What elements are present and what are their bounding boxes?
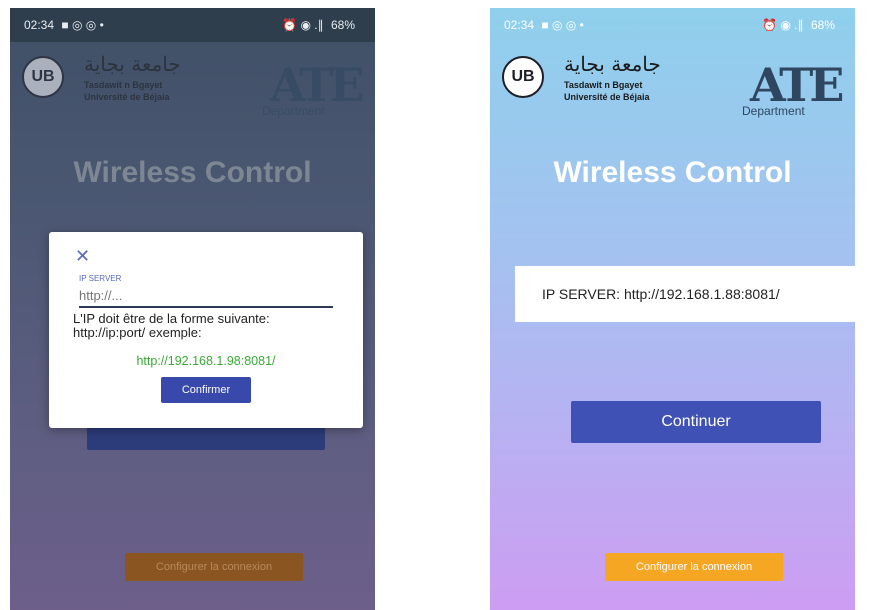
- university-name-arabic: جامعة بجاية: [564, 52, 661, 76]
- app-title: Wireless Control: [73, 156, 312, 189]
- ip-format-info: L'IP doit être de la forme suivante: htt…: [73, 311, 270, 340]
- department-text: Department: [262, 104, 325, 118]
- battery-level: 68%: [330, 18, 355, 32]
- clock: 02:34: [24, 18, 55, 32]
- close-icon[interactable]: ✕: [75, 246, 90, 267]
- department-text: Department: [742, 104, 805, 118]
- clock: 02:34: [504, 18, 535, 32]
- configure-connection-button: Configurer la connexion: [125, 553, 303, 581]
- battery-level: 68%: [810, 18, 835, 32]
- phone-screen-dialog: 02:34 ■ ◎ ◎ • ⏰ ◉ .∥ 68% UB جامعة بجاية …: [10, 8, 375, 610]
- ip-server-label: IP SERVER: [79, 274, 122, 283]
- app-title: Wireless Control: [553, 156, 792, 189]
- signal-icons: ⏰ ◉ .∥: [282, 18, 324, 32]
- university-name-kabyle: Tasdawit n Bgayet: [84, 80, 163, 90]
- university-name-arabic: جامعة بجاية: [84, 52, 181, 76]
- university-seal-icon: UB: [22, 56, 64, 98]
- signal-icons: ⏰ ◉ .∥: [762, 18, 804, 32]
- phone-screen-main: 02:34 ■ ◎ ◎ • ⏰ ◉ .∥ 68% UB جامعة بجاية …: [490, 8, 855, 610]
- dimmed-continue-button: [87, 426, 325, 450]
- university-name-kabyle: Tasdawit n Bgayet: [564, 80, 643, 90]
- university-logo: UB جامعة بجاية Tasdawit n Bgayet Univers…: [502, 52, 692, 114]
- notification-icons: ■ ◎ ◎ •: [541, 18, 584, 32]
- status-bar: 02:34 ■ ◎ ◎ • ⏰ ◉ .∥ 68%: [490, 8, 855, 42]
- ip-server-dialog: ✕ IP SERVER L'IP doit être de la forme s…: [49, 232, 363, 428]
- university-logo: UB جامعة بجاية Tasdawit n Bgayet Univers…: [22, 52, 212, 114]
- configure-connection-button[interactable]: Configurer la connexion: [605, 553, 783, 581]
- ip-server-display: IP SERVER: http://192.168.1.88:8081/: [515, 266, 855, 322]
- status-bar: 02:34 ■ ◎ ◎ • ⏰ ◉ .∥ 68%: [10, 8, 375, 42]
- confirm-button[interactable]: Confirmer: [161, 377, 251, 403]
- notification-icons: ■ ◎ ◎ •: [61, 18, 104, 32]
- university-name-french: Université de Béjaia: [564, 92, 650, 102]
- continue-button[interactable]: Continuer: [571, 401, 821, 443]
- ate-department-logo: ATE Department: [258, 58, 368, 120]
- ip-server-input[interactable]: [79, 284, 333, 308]
- university-name-french: Université de Béjaia: [84, 92, 170, 102]
- ip-example: http://192.168.1.98:8081/: [136, 354, 276, 368]
- university-seal-icon: UB: [502, 56, 544, 98]
- ate-department-logo: ATE Department: [738, 58, 848, 120]
